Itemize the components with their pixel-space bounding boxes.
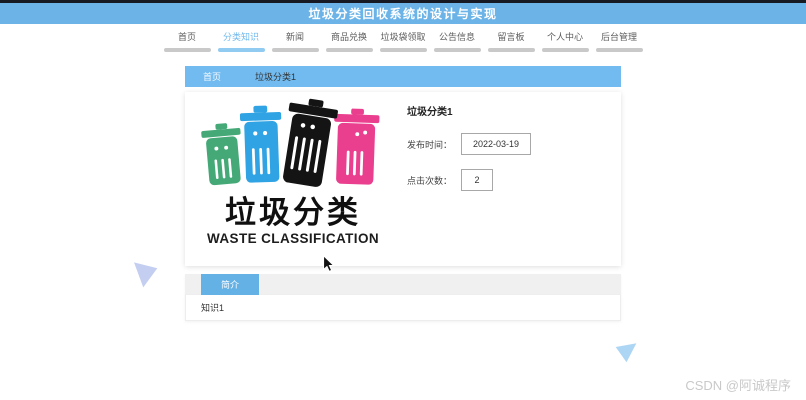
mouse-cursor-icon — [322, 255, 336, 272]
nav-label: 个人中心 — [547, 32, 583, 42]
publish-time-row: 发布时间： 2022-03-19 — [407, 133, 609, 155]
nav-item-personal-center[interactable]: 个人中心 — [542, 32, 589, 52]
nav-item-admin[interactable]: 后台管理 — [596, 32, 643, 52]
detail-title: 垃圾分类1 — [407, 103, 609, 118]
nav-underline — [326, 48, 373, 52]
detail-tab-section: 简介 知识1 — [185, 274, 621, 321]
nav-underline — [380, 48, 427, 52]
breadcrumb-current: 垃圾分类1 — [255, 70, 296, 83]
click-count-row: 点击次数： 2 — [407, 169, 609, 191]
waste-classification-logo: 垃圾分类 WASTE CLASSIFICATION — [185, 92, 401, 266]
nav-underline — [272, 48, 319, 52]
nav-item-message-board[interactable]: 留言板 — [488, 32, 535, 52]
app-header: 垃圾分类回收系统的设计与实现 — [0, 3, 806, 24]
nav-item-announcements[interactable]: 公告信息 — [434, 32, 481, 52]
nav-underline — [596, 48, 643, 52]
nav-label: 分类知识 — [223, 32, 259, 42]
click-count-value: 2 — [461, 169, 493, 191]
nav-underline — [164, 48, 211, 52]
logo-title-en: WASTE CLASSIFICATION — [185, 231, 401, 246]
nav-label: 公告信息 — [439, 32, 475, 42]
breadcrumb: 首页 垃圾分类1 — [185, 66, 621, 87]
csdn-watermark: CSDN @阿诚程序 — [685, 375, 791, 394]
nav-item-garbage-bag[interactable]: 垃圾袋领取 — [380, 32, 427, 52]
decorative-triangle-right — [616, 343, 640, 363]
decorative-triangle-left — [129, 262, 158, 289]
publish-time-label: 发布时间： — [407, 138, 461, 151]
nav-item-home[interactable]: 首页 — [164, 32, 211, 52]
nav-underline — [218, 48, 265, 52]
logo-title-cn: 垃圾分类 — [185, 197, 401, 230]
nav-label: 商品兑换 — [331, 32, 367, 42]
nav-label: 首页 — [178, 32, 196, 42]
tab-content-text: 知识1 — [185, 295, 621, 321]
trash-cans-icon — [190, 96, 396, 191]
tab-intro[interactable]: 简介 — [201, 274, 259, 295]
nav-item-news[interactable]: 新闻 — [272, 32, 319, 52]
breadcrumb-home-link[interactable]: 首页 — [203, 70, 221, 83]
detail-info: 垃圾分类1 发布时间： 2022-03-19 点击次数： 2 — [401, 92, 621, 266]
publish-time-value: 2022-03-19 — [461, 133, 531, 155]
page-title: 垃圾分类回收系统的设计与实现 — [308, 5, 497, 22]
nav-label: 新闻 — [286, 32, 304, 42]
nav-underline — [542, 48, 589, 52]
nav-label: 留言板 — [497, 32, 524, 42]
nav-label: 后台管理 — [601, 32, 637, 42]
nav-underline — [488, 48, 535, 52]
nav-item-classification-knowledge[interactable]: 分类知识 — [218, 32, 265, 52]
nav-underline — [434, 48, 481, 52]
click-count-label: 点击次数： — [407, 174, 461, 187]
detail-card: 垃圾分类 WASTE CLASSIFICATION 垃圾分类1 发布时间： 20… — [185, 92, 621, 266]
tab-strip: 简介 — [185, 274, 621, 295]
nav-item-goods-exchange[interactable]: 商品兑换 — [326, 32, 373, 52]
nav-label: 垃圾袋领取 — [380, 32, 425, 42]
main-nav: 首页 分类知识 新闻 商品兑换 垃圾袋领取 公告信息 留言板 个人中心 后台管理 — [0, 32, 806, 52]
